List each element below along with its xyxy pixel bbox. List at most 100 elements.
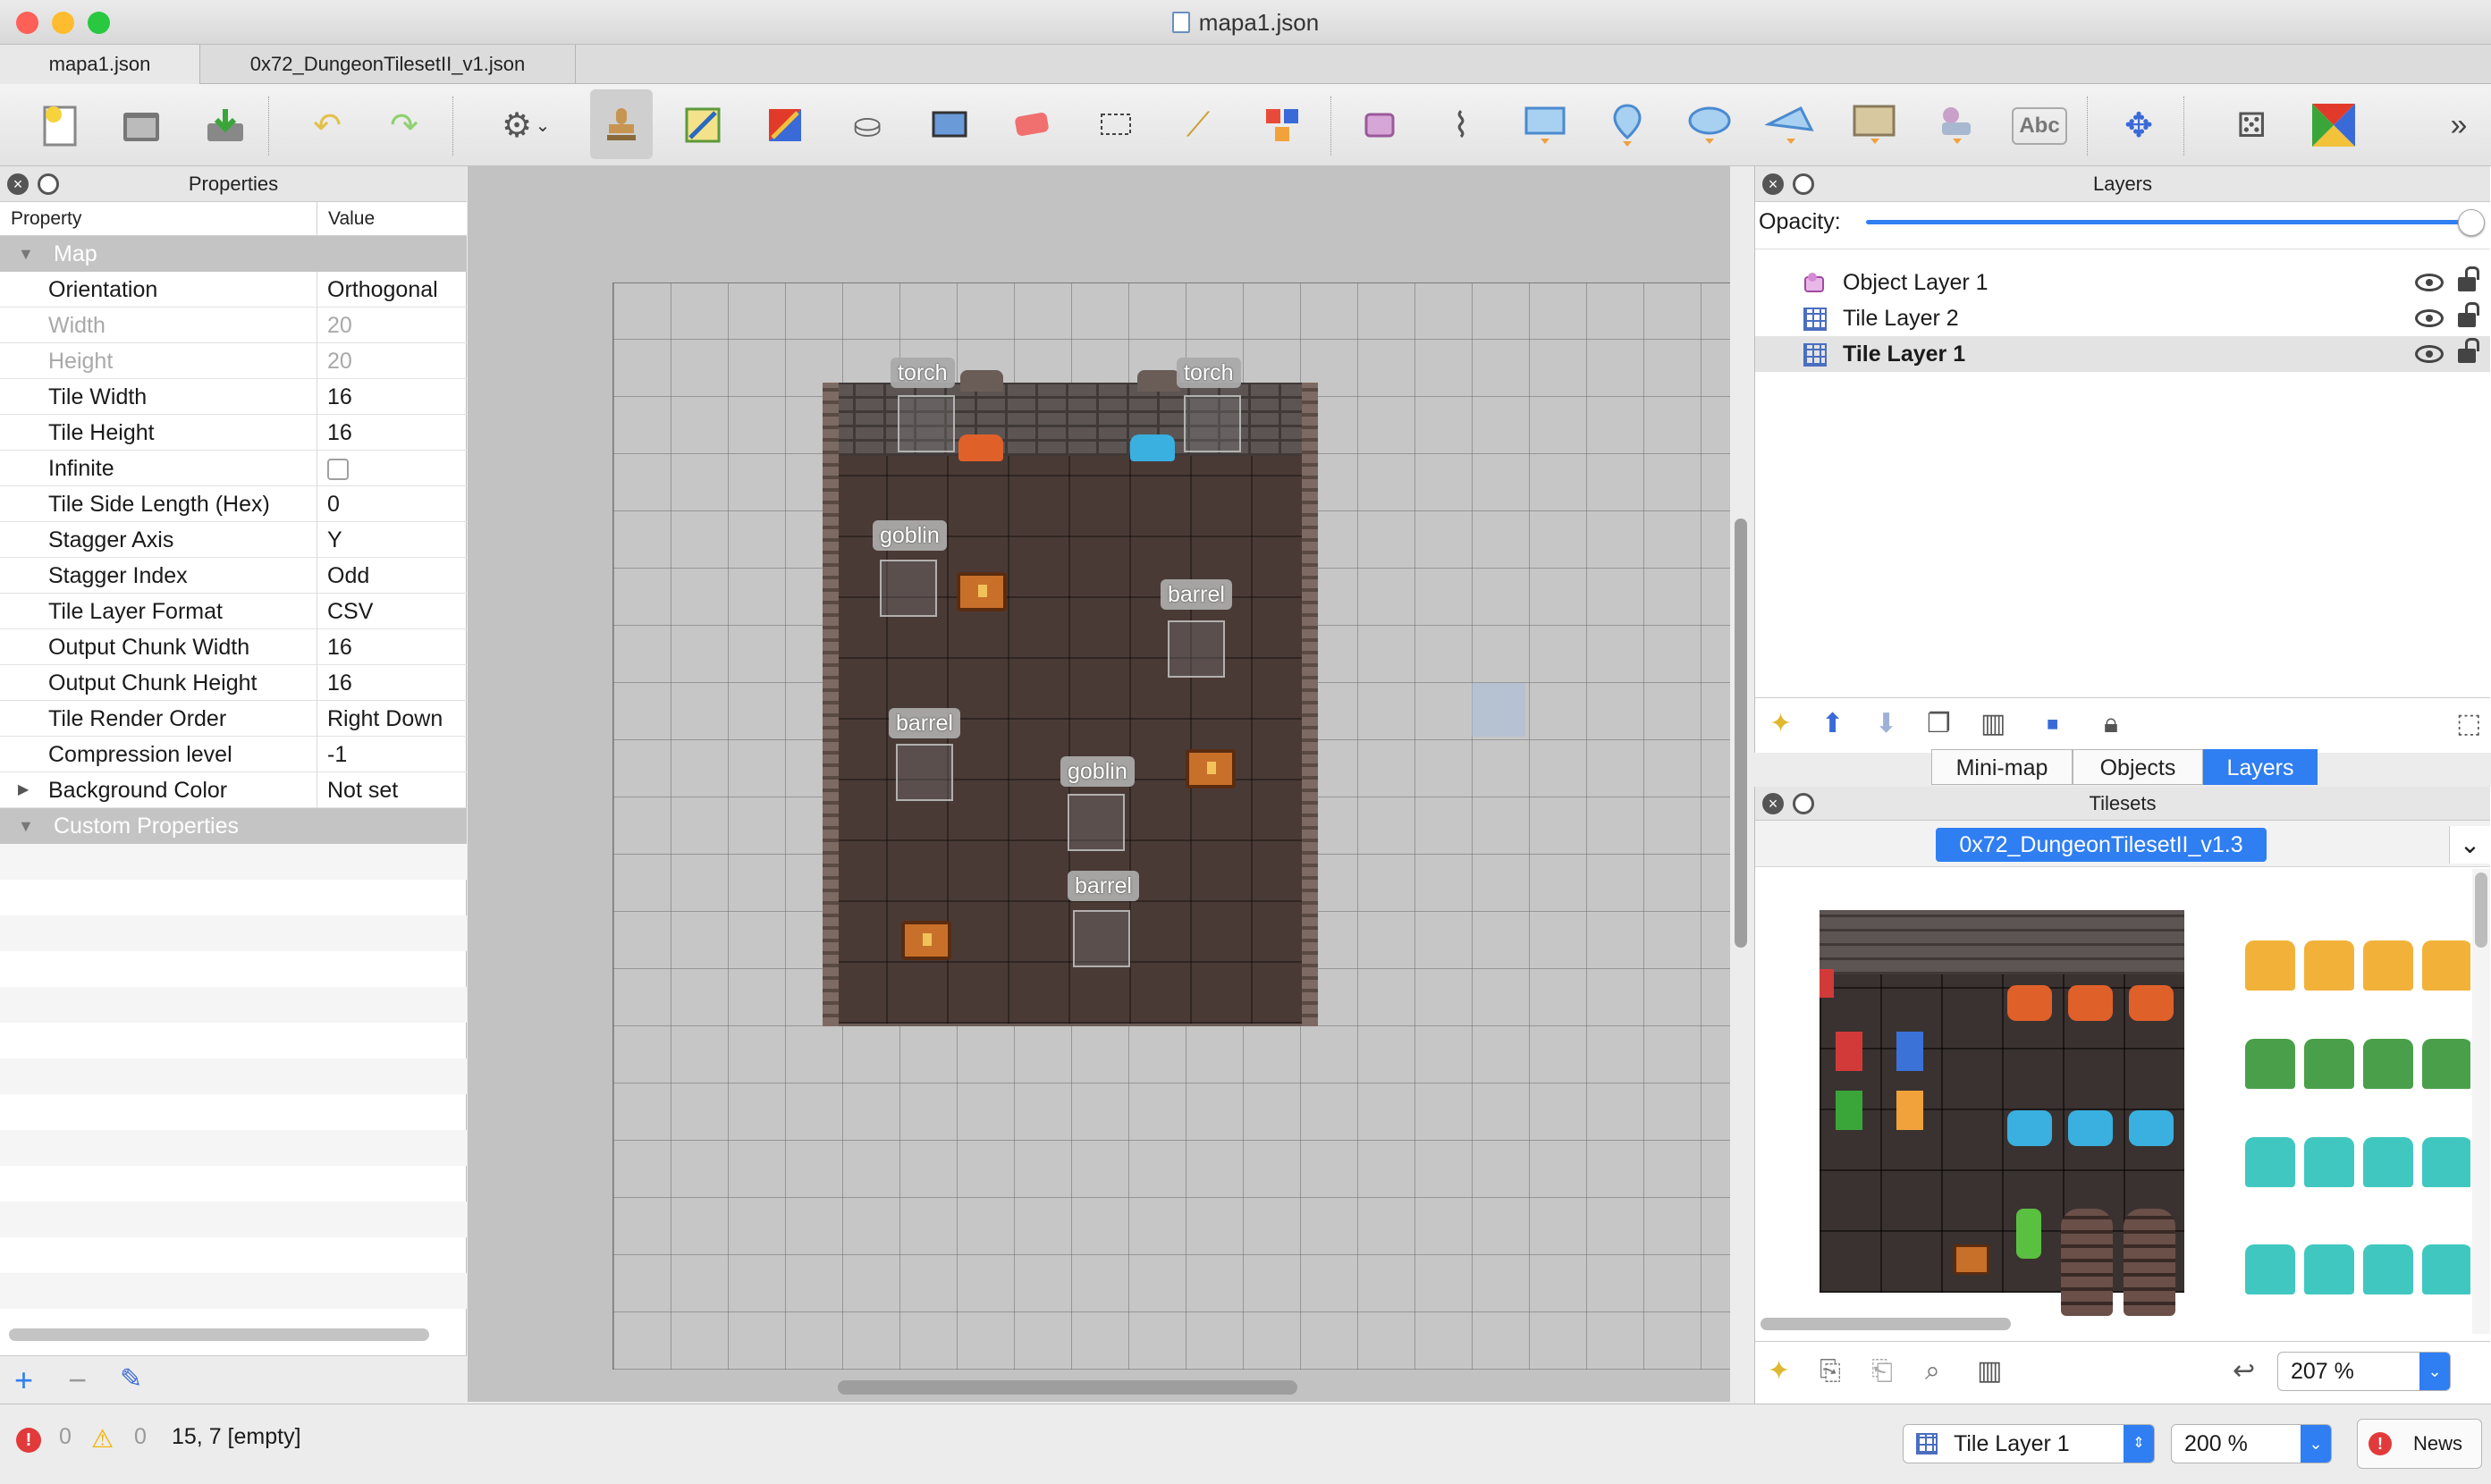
prop-value[interactable]: 16 bbox=[327, 415, 352, 451]
insert-polygon-icon[interactable] bbox=[1763, 98, 1817, 152]
canvas-vscrollbar[interactable] bbox=[1735, 519, 1747, 948]
map-object-torch[interactable] bbox=[1184, 395, 1241, 452]
export-tileset-icon[interactable]: ⎗ bbox=[1871, 1346, 1893, 1396]
opacity-slider[interactable] bbox=[1866, 220, 2469, 224]
prop-value[interactable]: 16 bbox=[327, 665, 352, 701]
insert-point-icon[interactable] bbox=[1600, 98, 1654, 152]
new-tileset-icon[interactable]: ✦ bbox=[1768, 1346, 1790, 1396]
prop-value[interactable]: 16 bbox=[327, 379, 352, 415]
save-icon[interactable] bbox=[198, 98, 252, 152]
prop-row-background-color[interactable]: ▶ Background Color Not set bbox=[0, 772, 467, 808]
visibility-eye-icon[interactable] bbox=[2415, 309, 2444, 327]
embed-tileset-icon[interactable]: ⎘ bbox=[1820, 1346, 1841, 1396]
prop-value[interactable]: Y bbox=[327, 522, 342, 558]
close-dock-icon[interactable]: × bbox=[1762, 173, 1784, 195]
tileset-vscrollbar[interactable] bbox=[2475, 873, 2487, 948]
prop-value[interactable]: CSV bbox=[327, 594, 373, 629]
prop-row-compression[interactable]: Compression level -1 bbox=[0, 737, 467, 772]
prop-value[interactable]: Odd bbox=[327, 558, 369, 594]
prop-row-orientation[interactable]: Orientation Orthogonal bbox=[0, 272, 467, 308]
rename-property-icon[interactable]: ✎ bbox=[120, 1363, 142, 1395]
prop-row-chunk-width[interactable]: Output Chunk Width 16 bbox=[0, 629, 467, 665]
column-header-property[interactable]: Property bbox=[0, 202, 317, 236]
map-object-goblin[interactable] bbox=[1068, 794, 1125, 851]
tileset-hscrollbar[interactable] bbox=[1761, 1318, 2011, 1330]
select-same-tile-icon[interactable] bbox=[1255, 98, 1309, 152]
wang-brush-icon[interactable] bbox=[758, 98, 812, 152]
float-dock-icon[interactable] bbox=[1793, 173, 1814, 195]
rectangular-select-icon[interactable] bbox=[1089, 98, 1143, 152]
undo-icon[interactable]: ↶ bbox=[300, 98, 354, 152]
random-mode-icon[interactable]: ⚄ bbox=[2225, 98, 2278, 152]
prop-row-chunk-height[interactable]: Output Chunk Height 16 bbox=[0, 665, 467, 701]
insert-text-icon[interactable]: Abc bbox=[2012, 107, 2067, 145]
map-object-barrel[interactable] bbox=[1073, 910, 1130, 967]
lower-layer-icon[interactable]: ⬇ bbox=[1875, 699, 1897, 749]
layer-row-object-layer-1[interactable]: Object Layer 1 bbox=[1755, 265, 2490, 300]
tileset-menu-chevron-icon[interactable]: ⌄ bbox=[2449, 826, 2490, 864]
prop-row-hex-side[interactable]: Tile Side Length (Hex) 0 bbox=[0, 486, 467, 522]
warning-icon[interactable]: ⚠ bbox=[91, 1424, 114, 1454]
error-icon[interactable]: ! bbox=[16, 1428, 41, 1453]
highlight-layer-icon[interactable]: ⬚ bbox=[2456, 699, 2481, 749]
tileset-view[interactable] bbox=[1755, 869, 2470, 1334]
layer-row-tile-layer-2[interactable]: Tile Layer 2 bbox=[1755, 300, 2490, 336]
visibility-eye-icon[interactable] bbox=[2415, 274, 2444, 291]
bucket-fill-icon[interactable]: ⛀ bbox=[840, 98, 894, 152]
infinite-checkbox[interactable] bbox=[327, 459, 349, 480]
shape-fill-icon[interactable] bbox=[923, 98, 976, 152]
new-layer-icon[interactable]: ✦ bbox=[1769, 699, 1792, 749]
select-objects-icon[interactable] bbox=[1354, 98, 1407, 152]
prop-row-infinite[interactable]: Infinite bbox=[0, 451, 467, 486]
lock-icon[interactable] bbox=[2458, 266, 2479, 291]
add-property-icon[interactable]: + bbox=[14, 1362, 33, 1399]
doc-tab-mapa1[interactable]: mapa1.json bbox=[0, 45, 200, 84]
expand-triangle-icon[interactable]: ▶ bbox=[18, 772, 29, 808]
prop-row-tile-width[interactable]: Tile Width 16 bbox=[0, 379, 467, 415]
lock-icon[interactable] bbox=[2458, 302, 2479, 327]
duplicate-layer-icon[interactable]: ❐ bbox=[1927, 699, 1951, 749]
news-button[interactable]: ! News bbox=[2357, 1419, 2482, 1469]
group-custom-properties[interactable]: ▼ Custom Properties bbox=[0, 808, 467, 844]
prop-value[interactable]: 16 bbox=[327, 629, 352, 665]
lock-icon[interactable] bbox=[2458, 338, 2479, 363]
remove-property-icon[interactable]: − bbox=[68, 1362, 87, 1399]
map-object-goblin[interactable] bbox=[880, 560, 937, 617]
lock-others-icon[interactable]: 🔒︎ bbox=[2104, 699, 2118, 749]
close-dock-icon[interactable]: × bbox=[1762, 793, 1784, 814]
eraser-icon[interactable] bbox=[1005, 98, 1059, 152]
insert-ellipse-icon[interactable] bbox=[1683, 98, 1736, 152]
prop-value[interactable]: Orthogonal bbox=[327, 272, 438, 308]
canvas-hscrollbar[interactable] bbox=[838, 1380, 1297, 1395]
tileset-tab-active[interactable]: 0x72_DungeonTilesetII_v1.3 bbox=[1936, 828, 2267, 862]
properties-hscrollbar[interactable] bbox=[9, 1328, 429, 1341]
map-object-barrel[interactable] bbox=[896, 744, 953, 801]
new-map-icon[interactable] bbox=[34, 98, 88, 152]
edit-polygons-icon[interactable]: ⌇ bbox=[1434, 98, 1488, 152]
prop-row-layer-format[interactable]: Tile Layer Format CSV bbox=[0, 594, 467, 629]
current-layer-select[interactable]: Tile Layer 1 ⇕ bbox=[1903, 1424, 2155, 1463]
column-header-value[interactable]: Value bbox=[317, 202, 467, 236]
raise-layer-icon[interactable]: ⬆ bbox=[1821, 699, 1844, 749]
prop-value[interactable]: -1 bbox=[327, 737, 347, 772]
group-map[interactable]: ▼ Map bbox=[0, 236, 467, 272]
doc-tab-tileset[interactable]: 0x72_DungeonTilesetII_v1.json bbox=[200, 45, 576, 84]
zoom-select[interactable]: 200 % ⌄ bbox=[2171, 1424, 2332, 1463]
prop-value[interactable]: Right Down bbox=[327, 701, 443, 737]
tileset-zoom-select[interactable]: 207 % ⌄ bbox=[2277, 1352, 2451, 1391]
float-dock-icon[interactable] bbox=[38, 173, 59, 195]
terrain-brush-icon[interactable] bbox=[676, 98, 730, 152]
dynamic-wrapping-icon[interactable]: ↩ bbox=[2233, 1346, 2255, 1396]
remove-tileset-icon[interactable]: ▥ bbox=[1977, 1346, 2002, 1396]
float-dock-icon[interactable] bbox=[1793, 793, 1814, 814]
prop-row-stagger-axis[interactable]: Stagger Axis Y bbox=[0, 522, 467, 558]
prop-row-tile-height[interactable]: Tile Height 16 bbox=[0, 415, 467, 451]
move-icon[interactable]: ✥ bbox=[2112, 98, 2166, 152]
map-object-torch[interactable] bbox=[898, 395, 955, 452]
layer-row-tile-layer-1[interactable]: Tile Layer 1 bbox=[1755, 336, 2490, 372]
wang-fill-icon[interactable] bbox=[2307, 98, 2360, 152]
tab-layers[interactable]: Layers bbox=[2203, 749, 2318, 785]
magic-wand-icon[interactable]: ⟋ bbox=[1171, 98, 1225, 152]
more-icon[interactable]: » bbox=[2441, 98, 2477, 152]
insert-rectangle-icon[interactable] bbox=[1518, 98, 1572, 152]
